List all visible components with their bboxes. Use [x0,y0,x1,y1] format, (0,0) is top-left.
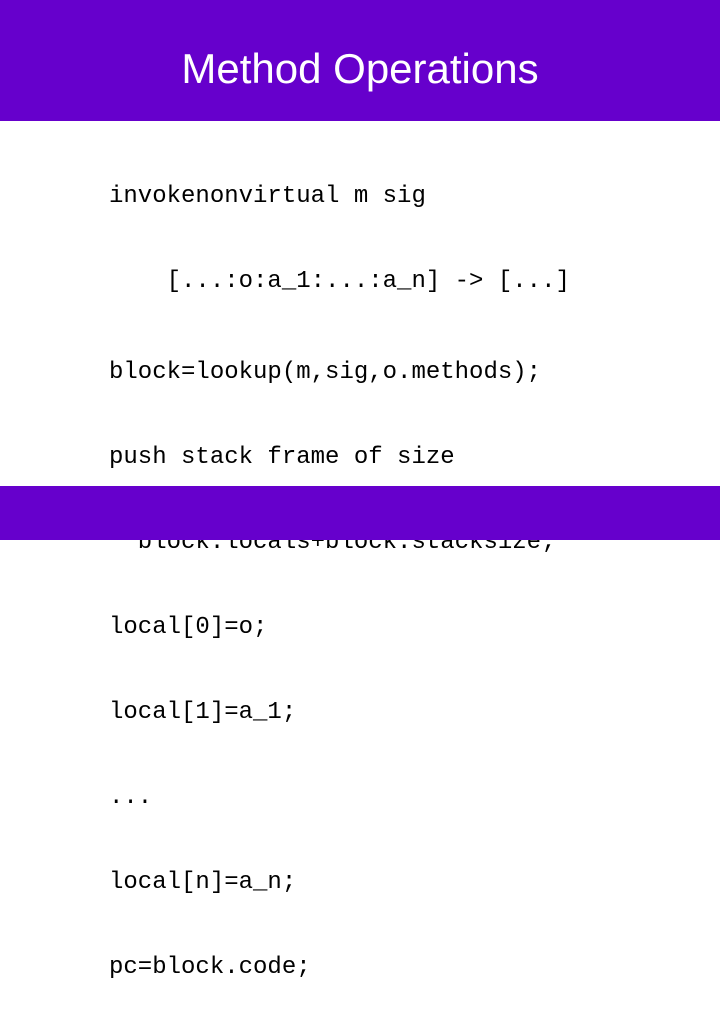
code-line: ... [109,784,153,811]
title-band: Method Operations [0,0,720,121]
code-line: local[n]=a_n; [109,869,297,896]
code-line: pc=block.code; [109,954,311,981]
code-block: invokenonvirtual m sig [...:o:a_1:...:a_… [109,127,570,1010]
slide-title: Method Operations [181,45,539,92]
code-line: push stack frame of size [109,444,455,471]
code-line-signature: invokenonvirtual m sig [109,183,426,210]
footer-band [0,486,720,540]
code-line: block=lookup(m,sig,o.methods); [109,359,542,386]
code-line-stack-effect: [...:o:a_1:...:a_n] -> [...] [109,268,570,295]
code-line: local[0]=o; [109,614,268,641]
code-line: local[1]=a_1; [109,699,297,726]
